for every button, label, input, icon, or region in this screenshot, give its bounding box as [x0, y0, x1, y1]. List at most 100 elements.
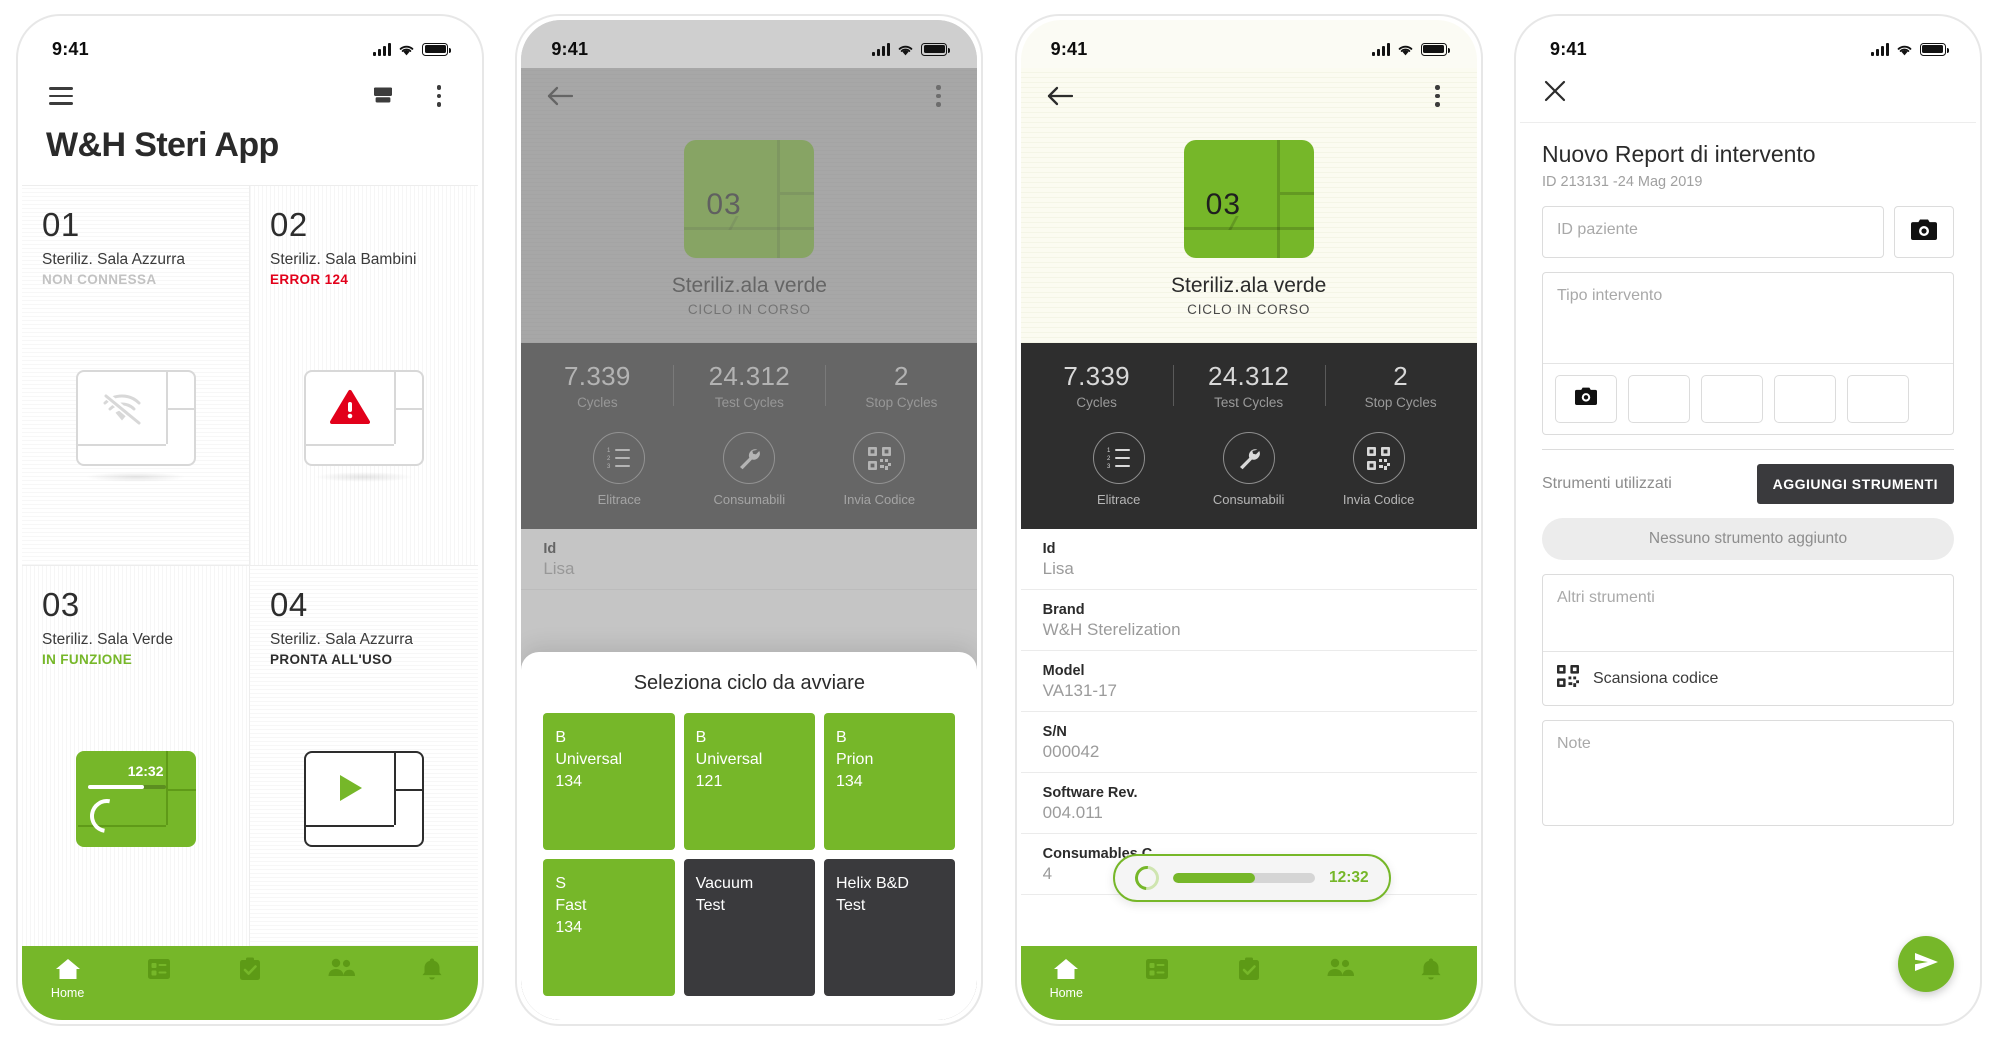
spec-key: Software Rev.: [1042, 785, 1138, 801]
spec-value: Lisa: [1042, 559, 1074, 578]
section-divider: [1541, 449, 1954, 450]
tile-name: Steriliz. Sala Bambini: [270, 251, 417, 268]
spec-row-id: Id Lisa: [1020, 529, 1477, 590]
camera-icon: [1574, 387, 1597, 411]
bottom-navigation-bar: Home: [22, 946, 478, 1020]
action-invia-codice[interactable]: Invia Codice: [1327, 432, 1431, 507]
action-consumabili[interactable]: Consumabili: [697, 432, 801, 507]
overflow-menu-icon[interactable]: [424, 81, 454, 111]
intervention-type-card: Tipo intervento: [1541, 272, 1954, 435]
cycle-line: 134: [555, 773, 583, 791]
cycle-line: Test: [835, 897, 866, 915]
nav-item-people[interactable]: [296, 957, 387, 984]
other-tools-textarea[interactable]: Altri strumenti: [1543, 575, 1953, 651]
sterilizer-offline-icon: [42, 287, 229, 555]
close-x-icon[interactable]: [1540, 76, 1570, 106]
status-indicators: [1870, 42, 1949, 56]
nav-item-people[interactable]: [1294, 957, 1385, 984]
cycle-option-helix-bd-test[interactable]: Helix B&D Test: [823, 859, 956, 996]
sheet-title: Seleziona ciclo da avviare: [633, 672, 865, 694]
camera-icon: [1910, 219, 1937, 246]
status-bar: 9:41: [1520, 20, 1976, 68]
spec-row-sn: S/N 000042: [1020, 712, 1477, 773]
photo-thumb-camera[interactable]: [1554, 375, 1617, 423]
nav-label-home: Home: [50, 986, 85, 1000]
spec-row-software-rev: Software Rev. 004.011: [1020, 773, 1477, 834]
status-bar: 9:41: [1020, 20, 1477, 68]
send-report-button[interactable]: [1897, 936, 1954, 992]
note-textarea[interactable]: Note: [1543, 721, 1953, 825]
nav-item-tasks[interactable]: [204, 957, 295, 986]
stat-test-cycles: 24.312 Test Cycles: [1172, 361, 1325, 410]
numbered-list-icon: 1 2 3: [1092, 432, 1145, 484]
spec-value: 004.011: [1042, 803, 1103, 822]
stat-label: Test Cycles: [1214, 395, 1284, 410]
cellular-signal-icon: [1371, 42, 1390, 56]
nav-item-list[interactable]: [1112, 957, 1203, 986]
sterilizer-tile-02[interactable]: 02 Steriliz. Sala Bambini ERROR 124: [250, 186, 478, 566]
back-arrow-icon[interactable]: [545, 81, 575, 111]
tile-number: 04: [270, 586, 308, 623]
tile-number: 01: [42, 206, 80, 243]
sterilizer-tile-01[interactable]: 01 Steriliz. Sala Azzurra NON CONNESSA: [22, 186, 250, 566]
action-consumabili[interactable]: Consumabili: [1197, 432, 1301, 507]
sterilizer-tile-03[interactable]: 03 Steriliz. Sala Verde IN FUNZIONE 12:3…: [22, 566, 250, 946]
cycle-option-vacuum-test[interactable]: Vacuum Test: [683, 859, 815, 996]
patient-id-input[interactable]: ID paziente: [1541, 206, 1884, 258]
intervention-type-textarea[interactable]: Tipo intervento: [1543, 273, 1953, 363]
qr-code-icon: [1352, 432, 1405, 484]
cycle-progress-bar: [87, 784, 166, 789]
action-elitrace[interactable]: 1 2 3 Elitrace: [567, 432, 671, 507]
archive-inbox-icon[interactable]: [368, 81, 398, 111]
stat-value: 2: [893, 361, 909, 391]
photo-thumbnail-strip: [1542, 363, 1953, 434]
battery-full-icon: [422, 42, 451, 56]
cycle-option-b-prion-134[interactable]: B Prion 134: [823, 713, 956, 850]
cycle-progress-toast[interactable]: 12:32: [1112, 854, 1391, 902]
action-elitrace[interactable]: 1 2 3 Elitrace: [1067, 432, 1171, 507]
cycle-option-s-fast-134[interactable]: S Fast 134: [543, 859, 675, 996]
scan-code-button[interactable]: Scansiona codice: [1542, 651, 1953, 705]
cycle-line: Test: [695, 897, 725, 915]
photo-thumb-empty[interactable]: [1700, 375, 1763, 423]
add-tools-button[interactable]: AGGIUNGI STRUMENTI: [1756, 464, 1954, 504]
status-time: 9:41: [551, 38, 589, 59]
tile-name: Steriliz. Sala Verde: [42, 631, 173, 648]
status-time: 9:41: [1549, 38, 1587, 59]
stat-value: 24.312: [1207, 361, 1290, 391]
device-stats-panel: 7.339 Cycles 24.312 Test Cycles 2 Stop C…: [521, 343, 978, 529]
stats-row: 7.339 Cycles 24.312 Test Cycles 2 Stop C…: [521, 361, 977, 410]
patient-camera-button[interactable]: [1893, 206, 1954, 258]
nav-item-home[interactable]: Home: [22, 957, 113, 1000]
people-group-icon: [1326, 957, 1354, 979]
nav-item-home[interactable]: Home: [1021, 957, 1112, 1000]
hamburger-menu-icon[interactable]: [46, 81, 76, 111]
svg-text:3: 3: [1107, 464, 1111, 469]
sterilizer-tile-04[interactable]: 04 Steriliz. Sala Azzurra PRONTA ALL'USO: [250, 566, 478, 946]
action-label: Invia Codice: [843, 492, 916, 507]
photo-thumb-empty[interactable]: [1846, 375, 1909, 423]
scan-code-label: Scansiona codice: [1592, 669, 1719, 687]
overflow-menu-icon[interactable]: [1423, 81, 1453, 111]
tile-number: 03: [42, 586, 80, 623]
photo-thumb-empty[interactable]: [1773, 375, 1836, 423]
screenshot-canvas: 9:41 W&H Steri App 01 Steriliz. Sala Azz…: [0, 0, 1998, 1040]
cycle-option-b-universal-134[interactable]: B Universal 134: [543, 713, 675, 850]
home-icon: [55, 957, 81, 981]
tile-number: 02: [270, 206, 308, 243]
clipboard-check-icon: [1238, 957, 1260, 981]
nav-item-notifications[interactable]: [1385, 957, 1476, 986]
device-actions: 123 Elitrace Consumabili Invia Codice: [1021, 432, 1477, 507]
spec-value: 000042: [1042, 742, 1100, 761]
nav-item-list[interactable]: [113, 957, 204, 986]
back-arrow-icon[interactable]: [1045, 81, 1075, 111]
overflow-menu-icon[interactable]: [923, 81, 953, 111]
cycle-option-b-universal-121[interactable]: B Universal 121: [683, 713, 815, 850]
phone-1-screen: 9:41 W&H Steri App 01 Steriliz. Sala Azz…: [22, 20, 478, 1020]
action-invia-codice[interactable]: Invia Codice: [827, 432, 931, 507]
cycle-line: S: [555, 875, 566, 892]
nav-item-notifications[interactable]: [387, 957, 478, 986]
cycle-line: Fast: [555, 897, 587, 915]
photo-thumb-empty[interactable]: [1627, 375, 1690, 423]
nav-item-tasks[interactable]: [1203, 957, 1294, 986]
